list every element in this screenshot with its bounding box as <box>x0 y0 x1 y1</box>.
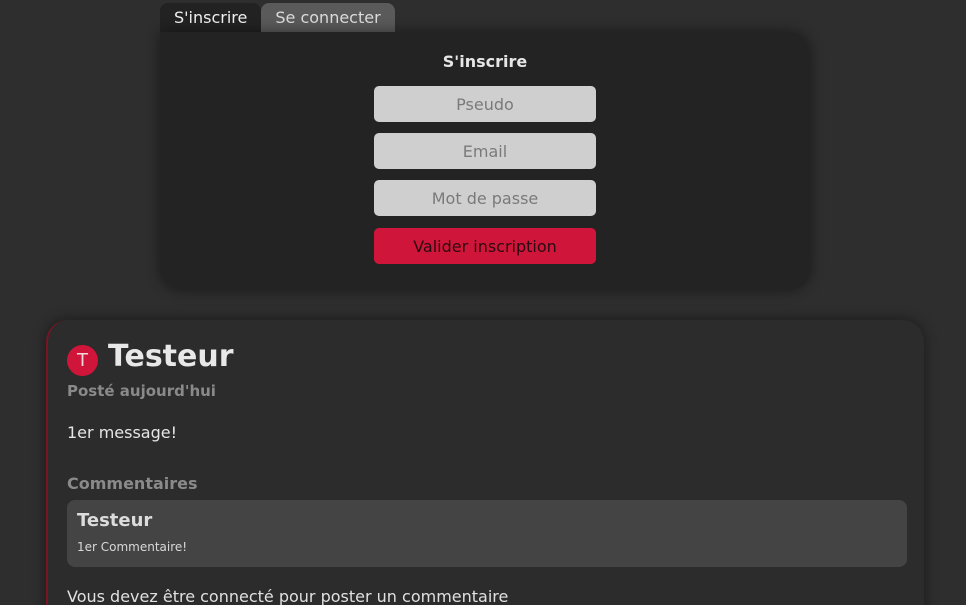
post-card: T Testeur Posté aujourd'hui 1er message!… <box>46 320 924 605</box>
register-form: S'inscrire Valider inscription <box>160 32 810 290</box>
form-title: S'inscrire <box>442 52 528 71</box>
tab-login[interactable]: Se connecter <box>261 3 395 33</box>
comment-author: Testeur <box>77 510 153 531</box>
avatar: T <box>67 345 98 376</box>
post-body: 1er message! <box>67 423 178 442</box>
page: S'inscrire Se connecter S'inscrire Valid… <box>0 0 966 605</box>
submit-register-button[interactable]: Valider inscription <box>374 228 596 264</box>
email-field[interactable] <box>374 133 596 169</box>
password-field[interactable] <box>374 180 596 216</box>
comments-heading: Commentaires <box>67 474 198 493</box>
tab-register[interactable]: S'inscrire <box>160 3 262 33</box>
comment-text: 1er Commentaire! <box>77 540 188 554</box>
comment-item: Testeur 1er Commentaire! <box>67 500 907 567</box>
pseudo-field[interactable] <box>374 86 596 122</box>
login-required-note: Vous devez être connecté pour poster un … <box>67 587 509 605</box>
auth-tabs: S'inscrire Se connecter <box>160 3 395 33</box>
post-date: Posté aujourd'hui <box>67 382 216 400</box>
post-author: Testeur <box>108 339 234 374</box>
